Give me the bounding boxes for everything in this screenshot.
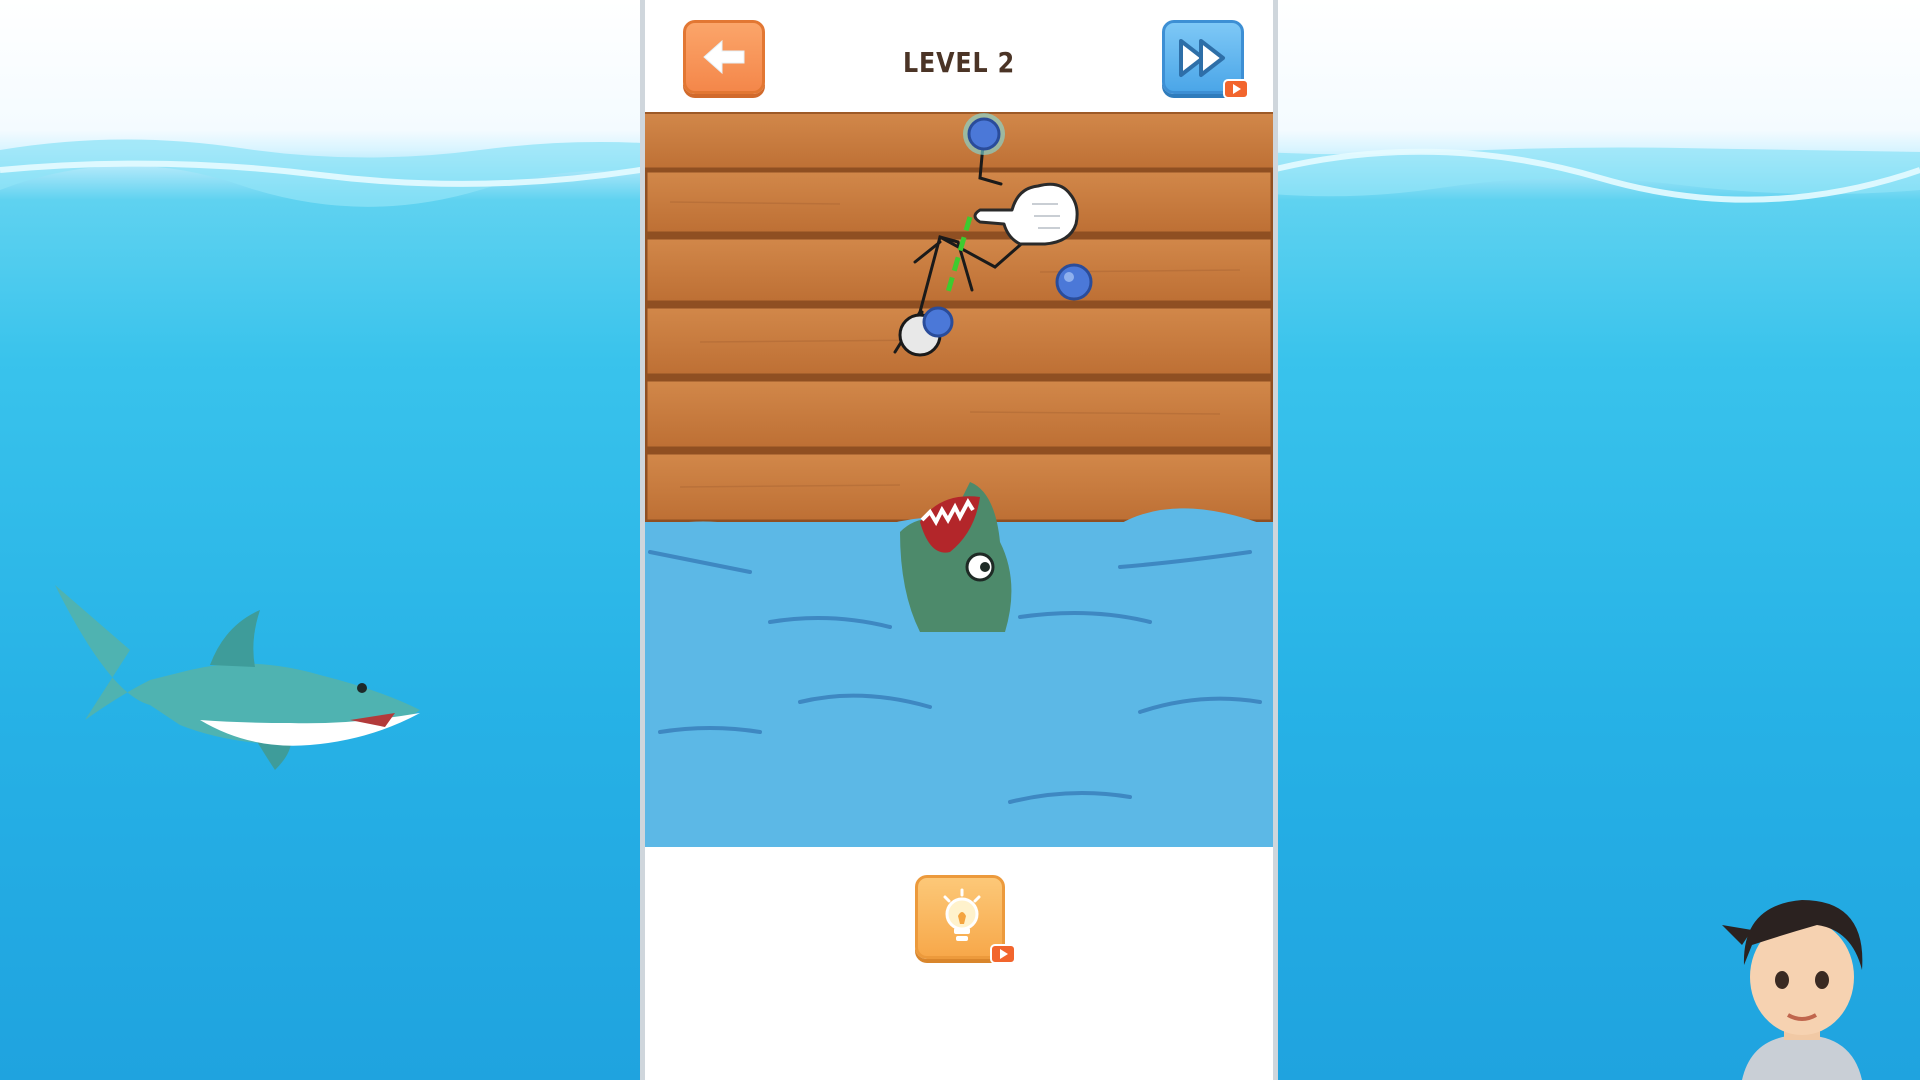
hint-area [645, 847, 1273, 1080]
top-bar: LEVEL 2 [645, 0, 1273, 112]
fast-forward-icon [1179, 39, 1225, 77]
shark-decoration [55, 585, 420, 770]
skip-level-button[interactable] [1162, 20, 1249, 99]
wooden-wall [645, 167, 1273, 525]
video-ad-icon [1223, 79, 1249, 99]
pin-right[interactable] [1055, 263, 1093, 301]
video-ad-icon [990, 944, 1016, 964]
hint-button[interactable] [915, 875, 1016, 964]
game-scene [645, 112, 1273, 847]
lightbulb-icon [943, 888, 981, 941]
level-title: LEVEL 2 [902, 46, 1016, 79]
game-screen: LEVEL 2 [640, 0, 1278, 1080]
presenter-avatar [1722, 900, 1863, 1080]
pin-top[interactable] [963, 113, 1005, 155]
